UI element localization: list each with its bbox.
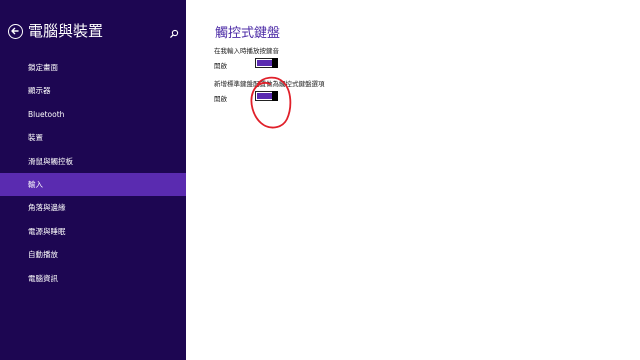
sidebar-item-lock-screen[interactable]: 鎖定畫面: [0, 56, 186, 79]
sidebar-item-display[interactable]: 顯示器: [0, 79, 186, 102]
pc-settings-window: 電腦與裝置 鎖定畫面 顯示器 Bluetooth 裝置 滑鼠與觸控板 輸入 角落…: [0, 0, 640, 360]
setting-row: 開啟: [214, 58, 279, 70]
toggle-thumb[interactable]: [272, 91, 278, 101]
key-sound-toggle[interactable]: [255, 58, 278, 68]
sidebar-item-autoplay[interactable]: 自動播放: [0, 243, 186, 266]
sidebar-item-bluetooth[interactable]: Bluetooth: [0, 103, 186, 126]
sidebar-title: 電腦與裝置: [28, 22, 104, 40]
search-icon[interactable]: [168, 25, 180, 38]
sidebar-item-devices[interactable]: 裝置: [0, 126, 186, 149]
sidebar-item-pc-info[interactable]: 電腦資訊: [0, 267, 186, 290]
sidebar: 電腦與裝置 鎖定畫面 顯示器 Bluetooth 裝置 滑鼠與觸控板 輸入 角落…: [0, 0, 186, 360]
main-content: 觸控式鍵盤 在我輸入時播放按鍵音 開啟 新增標準鍵盤配置做為觸控式鍵盤選項 開啟: [186, 0, 640, 360]
sidebar-item-mouse-touchpad[interactable]: 滑鼠與觸控板: [0, 150, 186, 173]
setting-label: 新增標準鍵盤配置做為觸控式鍵盤選項: [214, 80, 325, 88]
setting-key-sound: 在我輸入時播放按鍵音 開啟: [214, 47, 279, 70]
toggle-state-text: 開啟: [214, 62, 227, 70]
sidebar-item-typing[interactable]: 輸入: [0, 172, 186, 197]
setting-standard-layout: 新增標準鍵盤配置做為觸控式鍵盤選項 開啟: [214, 80, 325, 103]
setting-row: 開啟: [214, 91, 325, 103]
setting-label: 在我輸入時播放按鍵音: [214, 47, 279, 55]
toggle-fill: [257, 60, 272, 66]
back-arrow-icon[interactable]: [8, 24, 23, 39]
toggle-fill: [257, 93, 272, 99]
sidebar-header: 電腦與裝置: [0, 18, 186, 46]
toggle-state-text: 開啟: [214, 95, 227, 103]
sidebar-item-corners-edges[interactable]: 角落與邊緣: [0, 196, 186, 219]
sidebar-item-power-sleep[interactable]: 電源與睡眠: [0, 220, 186, 243]
page-title: 觸控式鍵盤: [215, 26, 281, 41]
sidebar-nav: 鎖定畫面 顯示器 Bluetooth 裝置 滑鼠與觸控板 輸入 角落與邊緣 電源…: [0, 56, 186, 290]
toggle-thumb[interactable]: [272, 58, 278, 68]
standard-layout-toggle[interactable]: [255, 91, 278, 101]
